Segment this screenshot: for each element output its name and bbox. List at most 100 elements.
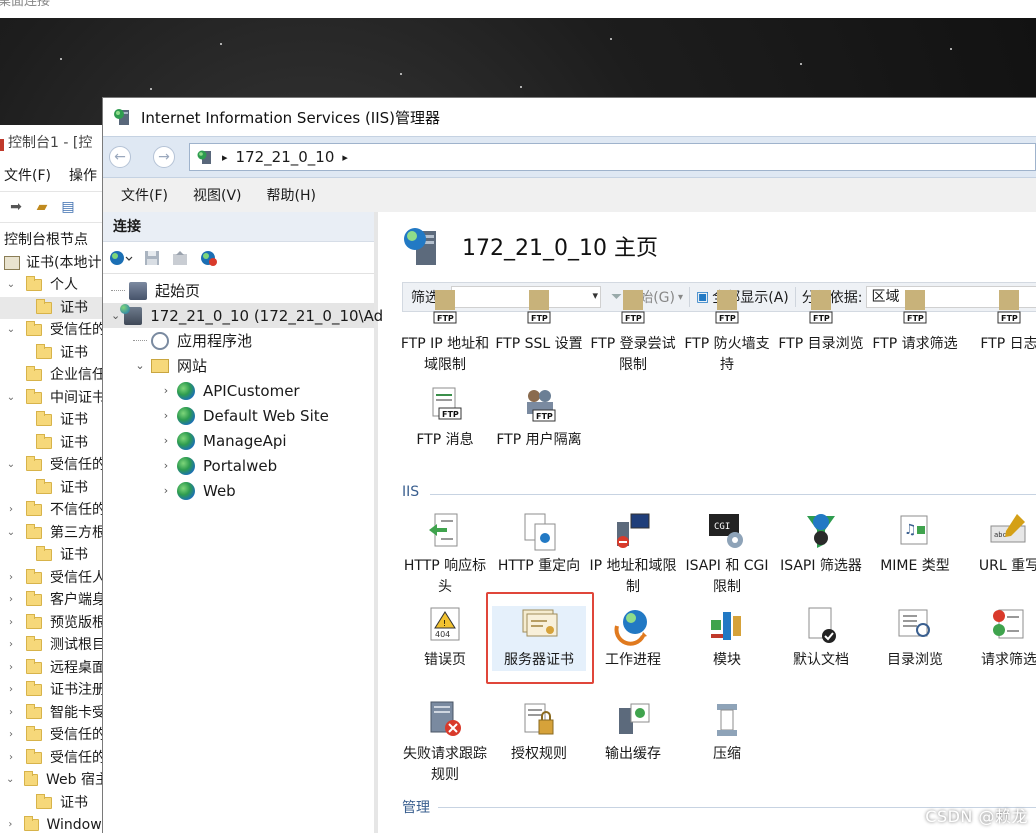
connections-tree-item[interactable]: › APICustomer (103, 378, 374, 403)
ftp-feature-tile[interactable]: FTP FTP 用户隔离 (492, 386, 586, 451)
iis-feature-tile[interactable]: 模块 (680, 606, 774, 671)
chevron-right-icon[interactable]: › (4, 634, 18, 657)
mmc-tree-item[interactable]: 证书 (0, 792, 109, 815)
ftp-feature-tile[interactable]: FTP FTP 登录尝试限制 (586, 290, 680, 376)
iis-feature-tile[interactable]: 默认文档 (774, 606, 868, 671)
mmc-menu-action[interactable]: 操作 (69, 168, 97, 184)
show-hide-tree-icon[interactable]: ▤ (58, 197, 78, 217)
iis-feature-tile[interactable]: HTTP 响应标头 (398, 512, 492, 598)
connections-tree-item[interactable]: 起始页 (103, 278, 374, 303)
menu-help[interactable]: 帮助(H) (267, 185, 316, 205)
chevron-right-icon[interactable]: › (4, 814, 17, 833)
breadcrumb-server[interactable]: 172_21_0_10 (236, 148, 335, 166)
ftp-feature-tile[interactable]: FTP FTP 请求筛选 (868, 290, 962, 355)
iis-feature-tile[interactable]: 授权规则 (492, 700, 586, 765)
chevron-right-icon[interactable]: › (159, 409, 173, 422)
mmc-menu-file[interactable]: 文件(F) (4, 168, 51, 184)
breadcrumb-separator-end[interactable]: ▸ (342, 151, 348, 164)
iis-feature-tile[interactable]: IP 地址和域限制 (586, 512, 680, 598)
ftp-feature-tile[interactable]: FTP FTP SSL 设置 (492, 290, 586, 355)
chevron-right-icon[interactable]: › (4, 747, 18, 770)
iis-feature-tile[interactable]: 输出缓存 (586, 700, 680, 765)
mmc-tree-item[interactable]: 控制台根节点 (0, 229, 109, 252)
chevron-down-icon[interactable]: ⌄ (4, 454, 18, 477)
chevron-right-icon[interactable]: › (4, 679, 18, 702)
mmc-tree-item[interactable]: ⌄ 第三方根 (0, 522, 109, 545)
chevron-right-icon[interactable]: › (4, 589, 18, 612)
connections-tree-item[interactable]: ⌄ 172_21_0_10 (172_21_0_10\Adm (103, 303, 398, 328)
mmc-tree-item[interactable]: › 客户端身 (0, 589, 109, 612)
chevron-right-icon[interactable]: › (159, 459, 173, 472)
chevron-down-icon[interactable]: ⌄ (4, 319, 18, 342)
mmc-tree-item[interactable]: › Windows (0, 814, 109, 833)
chevron-right-icon[interactable]: › (159, 384, 173, 397)
ftp-feature-tile[interactable]: FTP FTP 消息 (398, 386, 492, 451)
mmc-title[interactable]: 控制台1 - [控 (0, 125, 109, 161)
mmc-tree-item[interactable]: 证书 (0, 296, 109, 319)
forward-arrow-icon[interactable]: ➡ (6, 197, 26, 217)
iis-feature-tile[interactable]: 失败请求跟踪规则 (398, 700, 492, 786)
chevron-right-icon[interactable]: › (4, 612, 18, 635)
mmc-tree-item[interactable]: 证书 (0, 409, 109, 432)
iis-feature-tile[interactable]: ISAPI 筛选器 (774, 512, 868, 577)
folder-up-icon[interactable]: ▰ (32, 197, 52, 217)
mmc-tree-item[interactable]: 企业信任 (0, 364, 109, 387)
iis-feature-tile[interactable]: 工作进程 (586, 606, 680, 671)
ftp-feature-tile[interactable]: FTP FTP 日志 (962, 290, 1036, 355)
iis-feature-tile[interactable]: HTTP 重定向 (492, 512, 586, 577)
mmc-tree-item[interactable]: ⌄ 受信任的 (0, 319, 109, 342)
mmc-tree-item[interactable]: › 受信任的 (0, 724, 109, 747)
connections-tree-item[interactable]: › ManageApi (103, 428, 374, 453)
chevron-down-icon[interactable]: ⌄ (4, 274, 18, 297)
mmc-tree-item[interactable]: 证书 (0, 544, 109, 567)
connections-tree-item[interactable]: 应用程序池 (103, 328, 374, 353)
connections-tree-item[interactable]: › Default Web Site (103, 403, 374, 428)
chevron-right-icon[interactable]: › (159, 434, 173, 447)
mmc-tree-item[interactable]: › 证书注册 (0, 679, 109, 702)
mmc-tree-item[interactable]: 证书 (0, 342, 109, 365)
chevron-right-icon[interactable]: › (4, 567, 18, 590)
connections-tree-item[interactable]: › Portalweb (103, 453, 374, 478)
chevron-down-icon[interactable]: ⌄ (111, 309, 120, 322)
mmc-tree-item[interactable]: › 测试根目 (0, 634, 109, 657)
chevron-down-icon[interactable]: ⌄ (4, 769, 16, 792)
menu-file[interactable]: 文件(F) (121, 185, 168, 205)
mmc-tree-item[interactable]: ⌄ Web 宿主 (0, 769, 109, 792)
mmc-tree-item[interactable]: › 预览版根 (0, 612, 109, 635)
chevron-right-icon[interactable]: › (4, 724, 18, 747)
connections-tree-item[interactable]: › Web (103, 478, 374, 503)
connect-icon[interactable] (109, 249, 133, 267)
iis-feature-tile[interactable]: 目录浏览 (868, 606, 962, 671)
mmc-tree-item[interactable]: ⌄ 个人 (0, 274, 109, 297)
ftp-feature-tile[interactable]: FTP FTP 防火墙支持 (680, 290, 774, 376)
up-level-icon[interactable] (171, 249, 189, 267)
chevron-right-icon[interactable]: › (4, 657, 18, 680)
mmc-tree-item[interactable]: › 不信任的 (0, 499, 109, 522)
iis-feature-tile[interactable]: CGI ISAPI 和 CGI 限制 (680, 512, 774, 598)
chevron-right-icon[interactable]: › (4, 702, 18, 725)
mmc-tree-item[interactable]: ⌄ 受信任的 (0, 454, 109, 477)
iis-feature-tile[interactable]: ♫ MIME 类型 (868, 512, 962, 577)
chevron-right-icon[interactable]: › (159, 484, 173, 497)
chevron-down-icon[interactable]: ⌄ (4, 522, 18, 545)
mmc-tree-item[interactable]: › 受信任的 (0, 747, 109, 770)
save-icon[interactable] (143, 249, 161, 267)
address-field[interactable]: ▸ 172_21_0_10 ▸ (189, 143, 1036, 171)
disconnect-icon[interactable] (199, 249, 219, 267)
iis-titlebar[interactable]: Internet Information Services (IIS)管理器 (103, 98, 1036, 136)
mmc-tree-item[interactable]: 证书 (0, 477, 109, 500)
ftp-feature-tile[interactable]: FTP FTP 目录浏览 (774, 290, 868, 355)
menu-view[interactable]: 视图(V) (193, 185, 242, 205)
mmc-tree-item[interactable]: › 智能卡受 (0, 702, 109, 725)
iis-feature-tile[interactable]: abc URL 重写 (962, 512, 1036, 577)
chevron-right-icon[interactable]: › (4, 499, 18, 522)
mmc-tree-item[interactable]: ⌄ 中间证书 (0, 387, 109, 410)
chevron-down-icon[interactable]: ⌄ (133, 359, 147, 372)
mmc-tree-item[interactable]: › 受信任人 (0, 567, 109, 590)
iis-feature-tile[interactable]: 请求筛选 (962, 606, 1036, 671)
forward-button[interactable]: → (153, 146, 175, 168)
ftp-feature-tile[interactable]: FTP FTP IP 地址和域限制 (398, 290, 492, 376)
connections-tree-item[interactable]: ⌄ 网站 (103, 353, 374, 378)
mmc-tree-item[interactable]: 证书(本地计 (0, 252, 109, 275)
iis-feature-tile[interactable]: 压缩 (680, 700, 774, 765)
